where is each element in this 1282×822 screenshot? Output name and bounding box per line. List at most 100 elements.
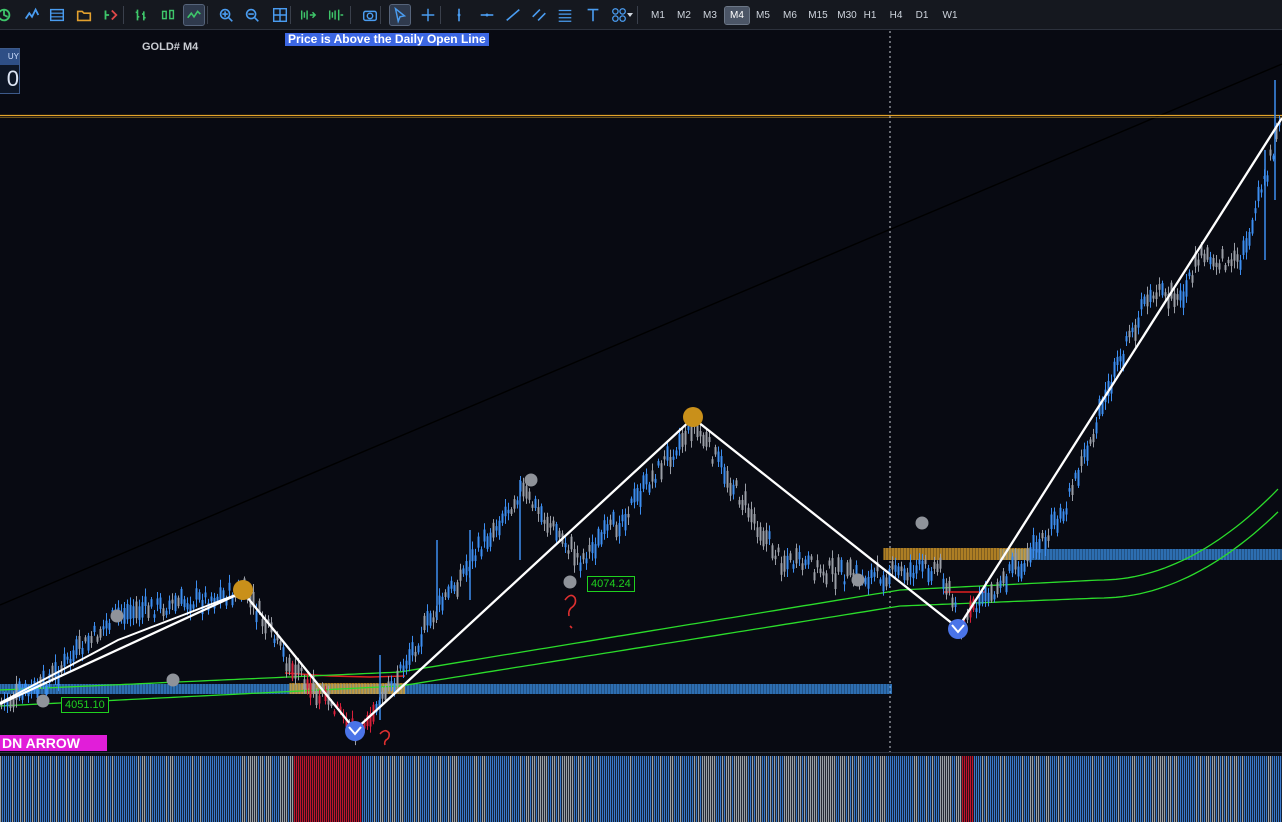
histogram-bar <box>1068 756 1070 822</box>
line-chart-button[interactable] <box>183 4 205 26</box>
shapes-button[interactable] <box>609 5 629 25</box>
histogram-bar <box>578 756 580 822</box>
histogram-bar <box>560 756 562 822</box>
candle-body <box>174 595 177 612</box>
histogram-bar <box>478 756 480 822</box>
auto-trading-button[interactable] <box>0 5 14 25</box>
candle-body <box>1269 149 1272 156</box>
histogram-bar <box>1108 756 1110 822</box>
candle-body <box>627 513 630 518</box>
candle-body <box>570 536 573 550</box>
support-zone <box>0 684 892 694</box>
histogram-bar <box>600 756 602 822</box>
timeframe-m2[interactable]: M2 <box>673 7 695 24</box>
histogram-bar <box>188 756 190 822</box>
histogram-bar <box>62 756 64 822</box>
histogram-bar <box>108 756 110 822</box>
timeframe-m5[interactable]: M5 <box>752 7 774 24</box>
swing-low-marker <box>948 619 968 639</box>
candle-body <box>87 635 90 651</box>
buy-button-label[interactable]: UY <box>0 49 19 65</box>
candle-body <box>897 566 900 576</box>
folder-button[interactable] <box>74 5 94 25</box>
candle-body <box>726 470 729 488</box>
histogram-bar <box>256 756 258 822</box>
candle-body <box>663 456 666 460</box>
histogram-bar <box>898 756 900 822</box>
buy-panel[interactable]: UY 0 <box>0 48 20 94</box>
candlestick-button[interactable] <box>158 5 178 25</box>
histogram-bar <box>330 756 332 822</box>
histogram-bar <box>486 756 488 822</box>
zoom-out-button[interactable] <box>242 5 262 25</box>
candle-body <box>774 555 777 560</box>
timeframe-m15[interactable]: M15 <box>805 7 831 24</box>
histogram-bar <box>234 756 236 822</box>
candle-body <box>126 603 129 620</box>
histogram-bar <box>660 756 662 822</box>
histogram-bar <box>470 756 472 822</box>
histogram-bar <box>864 756 866 822</box>
histogram-bar <box>24 756 26 822</box>
timeframe-h1[interactable]: H1 <box>860 7 880 24</box>
zoom-in-button[interactable] <box>216 5 236 25</box>
new-order-button[interactable] <box>100 5 120 25</box>
histogram-bar <box>1270 756 1272 822</box>
candle-body <box>642 475 645 489</box>
timeframe-h4[interactable]: H4 <box>886 7 906 24</box>
text-button[interactable] <box>583 5 603 25</box>
histogram-bar <box>844 756 846 822</box>
bar-chart-button[interactable] <box>132 5 152 25</box>
histogram-bar <box>720 756 722 822</box>
market-watch-button[interactable] <box>47 5 67 25</box>
screenshot-button[interactable] <box>360 5 380 25</box>
histogram-bar <box>396 756 398 822</box>
timeframe-m6[interactable]: M6 <box>779 7 801 24</box>
candle-body <box>903 568 906 581</box>
histogram-bar <box>244 756 246 822</box>
histogram-bar <box>254 756 256 822</box>
candle-body <box>636 487 639 502</box>
histogram-bar <box>92 756 94 822</box>
scroll-end-button[interactable] <box>298 5 318 25</box>
cursor-button[interactable] <box>389 4 411 26</box>
histogram-bar <box>460 756 462 822</box>
trendline-button[interactable] <box>503 5 523 25</box>
candle-body <box>888 568 891 585</box>
histogram-bar <box>504 756 506 822</box>
histogram-bar <box>602 756 604 822</box>
timeframe-d1[interactable]: D1 <box>912 7 932 24</box>
price-chart[interactable] <box>0 31 1282 822</box>
horizontal-line-button[interactable] <box>477 5 497 25</box>
signals-button[interactable] <box>22 5 42 25</box>
swing-high-marker <box>683 407 703 427</box>
histogram-bar <box>552 756 554 822</box>
channel-button[interactable] <box>529 5 549 25</box>
fibonacci-button[interactable] <box>555 5 575 25</box>
vertical-line-button[interactable] <box>449 5 469 25</box>
histogram-bar <box>300 756 302 822</box>
histogram-bar <box>776 756 778 822</box>
candle-body <box>633 488 636 503</box>
candle-body <box>702 434 705 447</box>
timeframe-m30[interactable]: M30 <box>834 7 860 24</box>
timeframe-m3[interactable]: M3 <box>699 7 721 24</box>
candle-body <box>51 665 54 680</box>
timeframe-w1[interactable]: W1 <box>940 7 960 24</box>
crosshair-button[interactable] <box>418 5 438 25</box>
timeframe-m4[interactable]: M4 <box>724 6 750 25</box>
histogram-bar <box>884 756 886 822</box>
shapes-dropdown-icon[interactable] <box>627 13 633 17</box>
histogram-bar <box>416 756 418 822</box>
histogram-bar <box>80 756 82 822</box>
timeframe-m1[interactable]: M1 <box>647 7 669 24</box>
histogram-bar <box>1278 756 1280 822</box>
histogram-bar <box>530 756 532 822</box>
chart-shift-button[interactable] <box>326 5 346 25</box>
histogram-bar <box>516 756 518 822</box>
grid-button[interactable] <box>270 5 290 25</box>
candle-body <box>657 461 660 466</box>
candle-body <box>1254 208 1257 214</box>
histogram-bar <box>52 756 54 822</box>
candle-body <box>894 565 897 572</box>
